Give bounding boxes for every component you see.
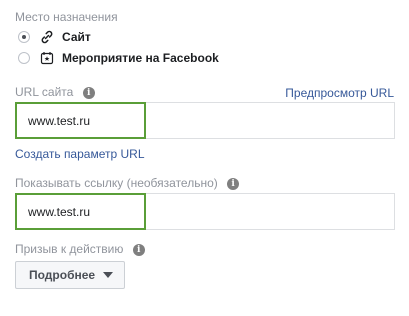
display-link-label-row: Показывать ссылку (необязательно) i	[15, 176, 240, 190]
radio-button-fb-event[interactable]	[18, 52, 30, 64]
caret-down-icon	[103, 272, 114, 278]
radio-label-fb-event: Мероприятие на Facebook	[62, 51, 219, 65]
link-icon	[38, 28, 56, 46]
info-icon[interactable]: i	[227, 177, 240, 190]
display-link-input-value: www.test.ru	[28, 205, 91, 219]
url-field-label: URL сайта	[15, 85, 74, 99]
info-icon[interactable]: i	[82, 86, 95, 99]
display-link-label: Показывать ссылку	[15, 176, 124, 190]
cta-label-row: Призыв к действию i	[15, 242, 145, 256]
cta-dropdown-value: Подробнее	[29, 268, 96, 282]
destination-label: Место назначения	[15, 10, 118, 24]
calendar-star-icon	[38, 49, 56, 67]
radio-option-fb-event[interactable]: Мероприятие на Facebook	[18, 49, 219, 67]
url-preview-link[interactable]: Предпросмотр URL	[285, 86, 394, 100]
url-input-value: www.test.ru	[28, 114, 91, 128]
cta-dropdown[interactable]: Подробнее	[15, 261, 125, 289]
create-url-param-link[interactable]: Создать параметр URL	[15, 147, 145, 161]
radio-button-site[interactable]	[18, 31, 30, 43]
optional-note: (необязательно)	[126, 176, 218, 190]
cta-label: Призыв к действию	[15, 242, 124, 256]
url-field-label-row: URL сайта i	[15, 85, 95, 99]
info-icon[interactable]: i	[132, 243, 145, 256]
radio-option-site[interactable]: Сайт	[18, 28, 91, 46]
radio-label-site: Сайт	[62, 30, 91, 44]
